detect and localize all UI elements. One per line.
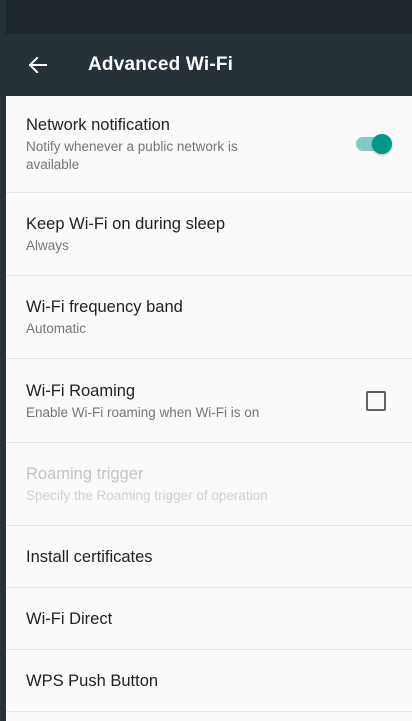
- setting-text: Install certificates: [26, 546, 392, 568]
- setting-text: Network notification Notify whenever a p…: [26, 114, 336, 174]
- setting-summary: Automatic: [26, 321, 87, 336]
- settings-list: Network notification Notify whenever a p…: [6, 96, 412, 712]
- setting-text: WPS Push Button: [26, 670, 392, 692]
- setting-title: Roaming trigger: [26, 465, 144, 483]
- setting-summary: Notify whenever a public network is avai…: [26, 139, 238, 172]
- setting-roaming-trigger: Roaming trigger Specify the Roaming trig…: [6, 443, 412, 526]
- setting-title: Keep Wi-Fi on during sleep: [26, 215, 226, 233]
- setting-title: Network notification: [26, 116, 170, 134]
- setting-text: Keep Wi-Fi on during sleep Always: [26, 213, 392, 255]
- toggle-thumb: [372, 134, 392, 154]
- setting-title: Wi-Fi Roaming: [26, 381, 136, 400]
- setting-wifi-roaming[interactable]: Wi-Fi Roaming Enable Wi-Fi roaming when …: [6, 359, 412, 443]
- page-title: Advanced Wi-Fi: [88, 54, 234, 75]
- setting-text: Wi-Fi Direct: [26, 608, 392, 630]
- setting-summary: Enable Wi-Fi roaming when Wi-Fi is on: [26, 404, 260, 420]
- app-bar: Advanced Wi-Fi: [6, 34, 412, 96]
- setting-wifi-frequency-band[interactable]: Wi-Fi frequency band Automatic: [6, 276, 412, 359]
- status-bar: [6, 0, 412, 34]
- arrow-left-icon[interactable]: [24, 57, 52, 73]
- setting-install-certificates[interactable]: Install certificates: [6, 526, 412, 588]
- setting-summary: Specify the Roaming trigger of operation: [26, 488, 268, 503]
- setting-title: WPS Push Button: [26, 671, 159, 690]
- network-notification-toggle[interactable]: [352, 132, 392, 156]
- screen: Advanced Wi-Fi Network notification Noti…: [6, 0, 412, 721]
- setting-text: Roaming trigger Specify the Roaming trig…: [26, 463, 392, 505]
- setting-summary: Always: [26, 238, 69, 253]
- setting-wps-push-button[interactable]: WPS Push Button: [6, 650, 412, 712]
- setting-text: Wi-Fi Roaming Enable Wi-Fi roaming when …: [26, 380, 350, 422]
- setting-text: Wi-Fi frequency band Automatic: [26, 296, 392, 338]
- wifi-roaming-checkbox[interactable]: [366, 390, 386, 411]
- setting-network-notification[interactable]: Network notification Notify whenever a p…: [6, 96, 412, 193]
- setting-title: Wi-Fi Direct: [26, 609, 113, 628]
- setting-keep-wifi-on[interactable]: Keep Wi-Fi on during sleep Always: [6, 193, 412, 276]
- setting-title: Wi-Fi frequency band: [26, 298, 183, 316]
- setting-title: Install certificates: [26, 547, 153, 566]
- setting-wifi-direct[interactable]: Wi-Fi Direct: [6, 588, 412, 650]
